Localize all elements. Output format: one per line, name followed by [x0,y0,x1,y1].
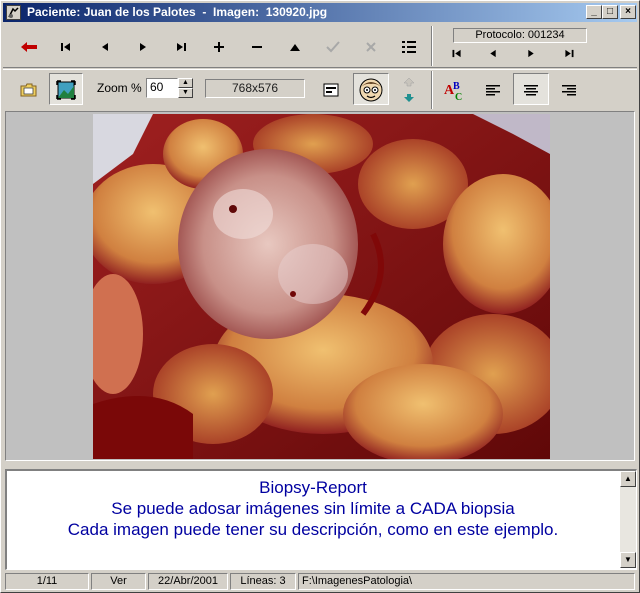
protocol-field: Protocolo: 001234 [453,28,587,43]
description-memo[interactable]: Biopsy-Report Se puede adosar imágenes s… [5,469,637,570]
app-window: Paciente: Juan de los Palotes - Imagen: … [0,0,640,593]
cancel-edit-button[interactable] [355,34,387,58]
open-folder-button[interactable] [13,77,45,101]
list-icon[interactable] [393,34,425,58]
description-line: Biopsy-Report [259,478,367,497]
status-mode: Ver [91,573,146,590]
svg-text:C: C [455,92,462,101]
protocol-previous-button[interactable] [477,43,509,63]
last-record-button[interactable] [165,34,197,58]
next-record-button[interactable] [127,34,159,58]
title-bar[interactable]: Paciente: Juan de los Palotes - Imagen: … [3,3,637,22]
svg-text:B: B [453,81,460,92]
move-up-button[interactable] [393,73,425,89]
description-text: Biopsy-Report Se puede adosar imágenes s… [7,477,619,540]
status-date: 22/Abr/2001 [148,573,228,590]
status-bar: 1/11 Ver 22/Abr/2001 Líneas: 3 F:\Imagen… [3,573,637,591]
zoom-decrease-button[interactable]: ▼ [178,88,193,98]
fit-image-button[interactable] [49,73,83,105]
first-record-button[interactable] [50,34,82,58]
minimize-button[interactable]: _ [586,5,602,19]
previous-record-button[interactable] [89,34,121,58]
status-path: F:\ImagenesPatologia\ [298,573,635,590]
image-viewer[interactable] [5,111,635,461]
close-button[interactable]: × [620,5,636,19]
protocol-next-button[interactable] [515,43,547,63]
protocol-first-button[interactable] [441,43,473,63]
edit-record-button[interactable] [279,34,311,58]
back-button[interactable] [13,34,45,58]
description-scrollbar[interactable]: ▲ ▼ [620,471,636,568]
add-record-button[interactable] [203,34,235,58]
align-right-button[interactable] [553,77,585,101]
biopsy-photo [93,114,550,459]
app-icon[interactable] [6,5,21,20]
align-left-button[interactable] [477,77,509,101]
window-title: Paciente: Juan de los Palotes - Imagen: … [27,5,328,19]
doctor-face-button[interactable] [353,73,389,105]
status-lines: Líneas: 3 [230,573,296,590]
scroll-down-button[interactable]: ▼ [620,552,636,568]
toolbar-separator [431,71,433,109]
description-line: Se puede adosar imágenes sin límite a CA… [111,499,515,518]
maximize-button[interactable]: □ [602,5,618,19]
delete-record-button[interactable] [241,34,273,58]
zoom-increase-button[interactable]: ▲ [178,78,193,88]
image-properties-button[interactable] [315,77,347,101]
protocol-last-button[interactable] [553,43,585,63]
spell-check-button[interactable]: A B C [439,77,471,103]
align-center-button[interactable] [513,73,549,105]
toolbar-separator [431,26,433,66]
zoom-label: Zoom % [97,81,142,95]
status-image-index: 1/11 [5,573,89,590]
scroll-up-button[interactable]: ▲ [620,471,636,487]
description-line: Cada imagen puede tener su descripción, … [67,520,559,539]
move-down-button[interactable] [393,89,425,105]
image-dimensions: 768x576 [205,79,305,98]
zoom-input[interactable]: 60 [146,78,178,98]
post-edit-button[interactable] [317,34,349,58]
